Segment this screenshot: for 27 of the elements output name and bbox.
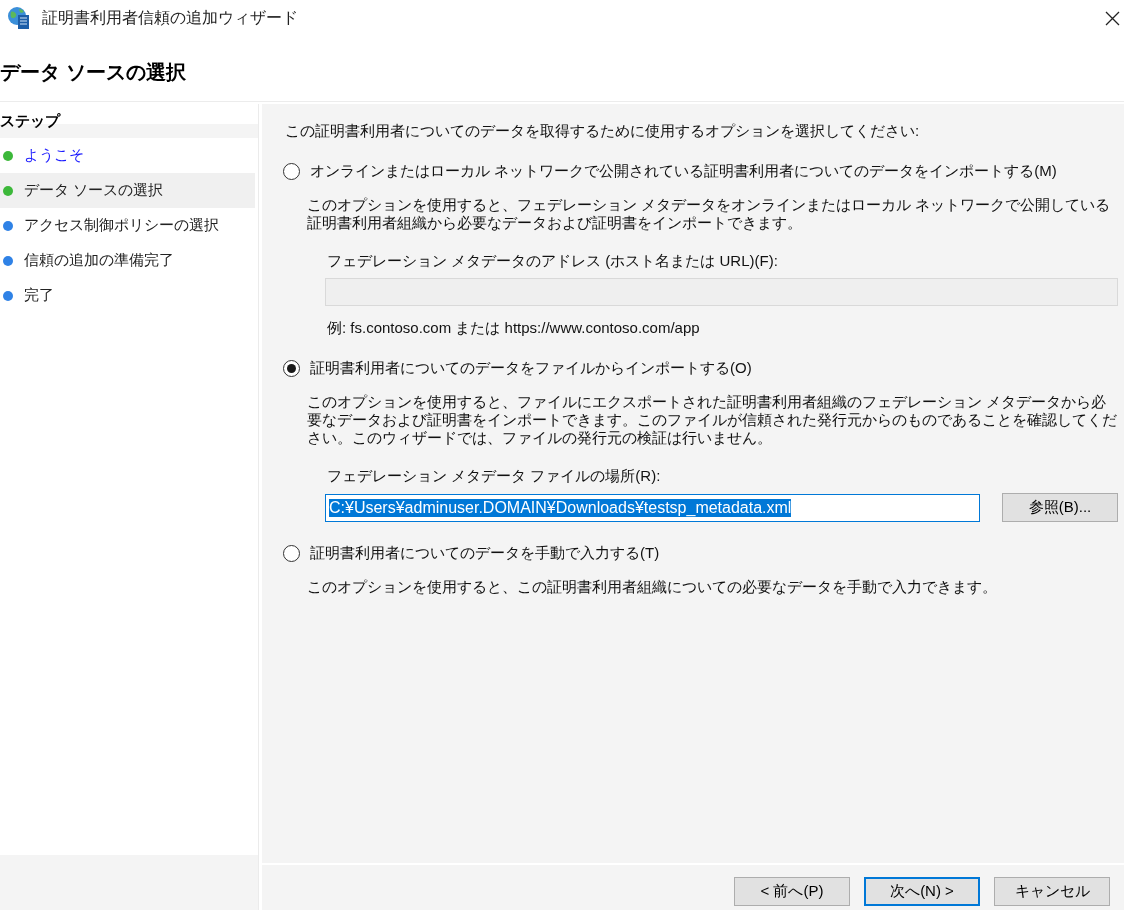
globe-document-icon [7, 6, 31, 30]
step-label: 完了 [24, 286, 54, 305]
option-label[interactable]: 証明書利用者についてのデータをファイルからインポートする(O) [310, 358, 752, 378]
step-label: アクセス制御ポリシーの選択 [24, 216, 219, 235]
radio-button[interactable] [283, 359, 300, 377]
prompt-text: この証明書利用者についてのデータを取得するために使用するオプションを選択してください: [285, 121, 921, 141]
radio-button[interactable] [283, 544, 300, 562]
option-description: このオプションを使用すると、この証明書利用者組織についての必要なデータを手動で入力できます。 [307, 578, 998, 596]
option-label[interactable]: オンラインまたはローカル ネットワークで公開されている証明書利用者についてのデータをインポートする(M) [310, 161, 1057, 181]
example-text: 例: fs.contoso.com または https://www.contoso.com/app [327, 319, 701, 337]
step-label: 信頼の追加の準備完了 [24, 251, 174, 270]
text-field[interactable]: C:¥Users¥adminuser.DOMAIN¥Downloads¥testsp_metadata.xml [325, 493, 980, 522]
option-description: このオプションを使用すると、ファイルにエクスポートされた証明書利用者組織のフェデレーション メタデータから必要なデータおよび証明書をインポートできます。このファイルが信頼された発行元からのものであることを確認してください。このウィザードでは、ファイルの発行元の検証は行いません。 [307, 393, 1118, 447]
wizard-button[interactable]: キャンセル [994, 877, 1110, 906]
step-link[interactable]: ようこそ [24, 146, 84, 165]
field-label: フェデレーション メタデータ ファイルの場所(R): [327, 467, 662, 485]
wizard-button[interactable]: < 前へ(P) [734, 877, 850, 906]
step-label: データ ソースの選択 [24, 181, 164, 200]
close-icon[interactable] [1105, 10, 1120, 26]
option-description: このオプションを使用すると、フェデレーション メタデータをオンラインまたはローカル ネットワークで公開している証明書利用者組織から必要なデータおよび証明書をインポートできます。 [307, 196, 1112, 232]
wizard-button[interactable]: 次へ(N) > [864, 877, 980, 906]
radio-button[interactable] [283, 162, 300, 180]
option-label[interactable]: 証明書利用者についてのデータを手動で入力する(T) [310, 543, 660, 563]
browse-button[interactable]: 参照(B)... [1002, 493, 1118, 522]
field-label: フェデレーション メタデータのアドレス (ホスト名または URL)(F): [327, 252, 779, 270]
page-title: データ ソースの選択 [0, 59, 186, 85]
window-title: 証明書利用者信頼の追加ウィザード [42, 7, 298, 28]
